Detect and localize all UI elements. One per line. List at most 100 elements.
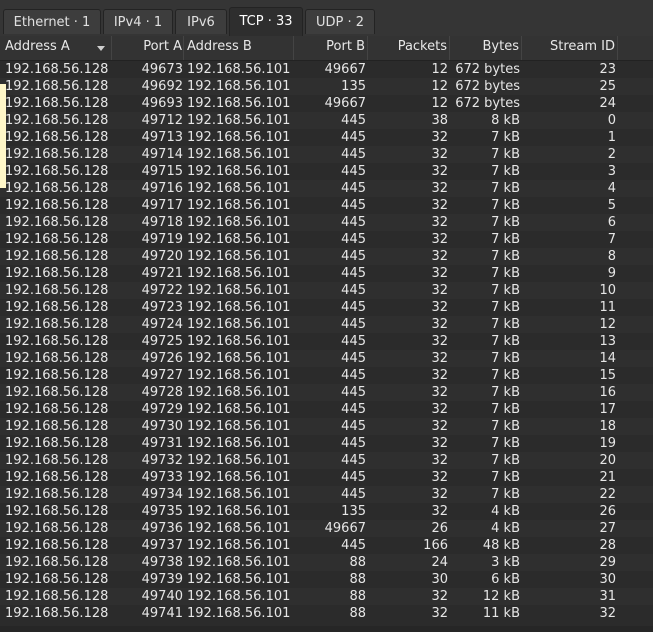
packets-cell: 32 (431, 606, 448, 621)
port-b-cell: 88 (349, 572, 366, 587)
stream-id-cell: 10 (599, 283, 616, 298)
address-b-cell: 192.168.56.101 (187, 521, 291, 536)
port-b-cell: 88 (349, 555, 366, 570)
packets-cell: 32 (431, 317, 448, 332)
table-row[interactable]: 192.168.56.128 49692 192.168.56.101 135 12 67… (0, 78, 653, 95)
table-row[interactable]: 192.168.56.128 49727 192.168.56.101 445 32 7 … (0, 367, 653, 384)
port-a-cell: 49735 (141, 504, 183, 519)
packets-cell: 32 (431, 130, 448, 145)
table-row[interactable]: 192.168.56.128 49724 192.168.56.101 445 32 7 … (0, 316, 653, 333)
address-a-cell: 192.168.56.128 (5, 198, 109, 213)
address-a-cell: 192.168.56.128 (5, 572, 109, 587)
stream-id-cell: 6 (607, 215, 616, 230)
stream-id-cell: 1 (607, 130, 616, 145)
packets-cell: 30 (431, 572, 448, 587)
port-b-cell: 445 (341, 181, 366, 196)
table-row[interactable]: 192.168.56.128 49673 192.168.56.101 49667 12… (0, 61, 653, 78)
packets-cell: 32 (431, 300, 448, 315)
table-row[interactable]: 192.168.56.128 49716 192.168.56.101 445 32 7 … (0, 180, 653, 197)
table-row[interactable]: 192.168.56.128 49739 192.168.56.101 88 30 6 k… (0, 571, 653, 588)
table-row[interactable]: 192.168.56.128 49731 192.168.56.101 445 32 7 … (0, 435, 653, 452)
port-b-cell: 445 (341, 368, 366, 383)
port-a-cell: 49721 (141, 266, 183, 281)
column-header-label: Stream ID (549, 39, 615, 54)
address-b-cell: 192.168.56.101 (187, 232, 291, 247)
port-a-cell: 49717 (141, 198, 183, 213)
column-header-stream-id[interactable]: Stream ID (522, 36, 618, 60)
stream-id-cell: 16 (599, 385, 616, 400)
table-row[interactable]: 192.168.56.128 49713 192.168.56.101 445 32 7 … (0, 129, 653, 146)
table-row[interactable]: 192.168.56.128 49730 192.168.56.101 445 32 7 … (0, 418, 653, 435)
port-b-cell: 445 (341, 385, 366, 400)
port-a-cell: 49733 (141, 470, 183, 485)
address-a-cell: 192.168.56.128 (5, 538, 109, 553)
address-a-cell: 192.168.56.128 (5, 368, 109, 383)
bytes-cell: 48 kB (482, 538, 520, 553)
port-a-cell: 49728 (141, 385, 183, 400)
table-row[interactable]: 192.168.56.128 49729 192.168.56.101 445 32 7 … (0, 401, 653, 418)
packets-cell: 12 (431, 62, 448, 77)
address-a-cell: 192.168.56.128 (5, 317, 109, 332)
tab-ipv4[interactable]: IPv4 · 1 (103, 9, 173, 34)
table-row[interactable]: 192.168.56.128 49721 192.168.56.101 445 32 7 … (0, 265, 653, 282)
table-row[interactable]: 192.168.56.128 49736 192.168.56.101 49667 26… (0, 520, 653, 537)
port-b-cell: 135 (341, 79, 366, 94)
table-row[interactable]: 192.168.56.128 49740 192.168.56.101 88 32 12 … (0, 588, 653, 605)
port-a-cell: 49712 (141, 113, 183, 128)
selection-marker (0, 84, 6, 188)
table-row[interactable]: 192.168.56.128 49741 192.168.56.101 88 32 11 … (0, 605, 653, 622)
table-row[interactable]: 192.168.56.128 49734 192.168.56.101 445 32 7 … (0, 486, 653, 503)
table-row[interactable]: 192.168.56.128 49714 192.168.56.101 445 32 7 … (0, 146, 653, 163)
address-b-cell: 192.168.56.101 (187, 300, 291, 315)
address-a-cell: 192.168.56.128 (5, 606, 109, 621)
table-row[interactable]: 192.168.56.128 49725 192.168.56.101 445 32 7 … (0, 333, 653, 350)
bytes-cell: 12 kB (482, 589, 520, 604)
table-row[interactable]: 192.168.56.128 49717 192.168.56.101 445 32 7 … (0, 197, 653, 214)
bytes-cell: 7 kB (491, 130, 520, 145)
table-row[interactable]: 192.168.56.128 49693 192.168.56.101 49667 12… (0, 95, 653, 112)
tab-ipv6[interactable]: IPv6 (175, 9, 227, 34)
table-row[interactable]: 192.168.56.128 49719 192.168.56.101 445 32 7 … (0, 231, 653, 248)
packets-cell: 32 (431, 385, 448, 400)
address-a-cell: 192.168.56.128 (5, 419, 109, 434)
tab-udp[interactable]: UDP · 2 (305, 9, 375, 34)
port-a-cell: 49720 (141, 249, 183, 264)
horizontal-scrollbar[interactable] (0, 626, 653, 632)
table-row[interactable]: 192.168.56.128 49712 192.168.56.101 445 38 8 … (0, 112, 653, 129)
column-header-port-a[interactable]: Port A (112, 36, 184, 60)
table-row[interactable]: 192.168.56.128 49733 192.168.56.101 445 32 7 … (0, 469, 653, 486)
table-row[interactable]: 192.168.56.128 49726 192.168.56.101 445 32 7 … (0, 350, 653, 367)
address-a-cell: 192.168.56.128 (5, 62, 109, 77)
tab-ethernet[interactable]: Ethernet · 1 (3, 9, 101, 34)
column-header-port-b[interactable]: Port B (294, 36, 368, 60)
port-b-cell: 445 (341, 113, 366, 128)
bytes-cell: 7 kB (491, 300, 520, 315)
address-a-cell: 192.168.56.128 (5, 334, 109, 349)
stream-id-cell: 9 (607, 266, 616, 281)
table-row[interactable]: 192.168.56.128 49737 192.168.56.101 445 166 4… (0, 537, 653, 554)
port-b-cell: 445 (341, 300, 366, 315)
address-a-cell: 192.168.56.128 (5, 470, 109, 485)
column-header-address-b[interactable]: Address B (184, 36, 294, 60)
table-row[interactable]: 192.168.56.128 49723 192.168.56.101 445 32 7 … (0, 299, 653, 316)
tab-tcp[interactable]: TCP · 33 (229, 7, 303, 36)
table-row[interactable]: 192.168.56.128 49720 192.168.56.101 445 32 7 … (0, 248, 653, 265)
table-row[interactable]: 192.168.56.128 49728 192.168.56.101 445 32 7 … (0, 384, 653, 401)
column-header-packets[interactable]: Packets (368, 36, 450, 60)
table-row[interactable]: 192.168.56.128 49735 192.168.56.101 135 32 4 … (0, 503, 653, 520)
table-row[interactable]: 192.168.56.128 49738 192.168.56.101 88 24 3 k… (0, 554, 653, 571)
port-a-cell: 49673 (141, 62, 183, 77)
packets-cell: 32 (431, 368, 448, 383)
table-row[interactable]: 192.168.56.128 49718 192.168.56.101 445 32 7 … (0, 214, 653, 231)
table-row[interactable]: 192.168.56.128 49722 192.168.56.101 445 32 7 … (0, 282, 653, 299)
bytes-cell: 11 kB (482, 606, 520, 621)
column-header-bytes[interactable]: Bytes (450, 36, 522, 60)
stream-id-cell: 18 (599, 419, 616, 434)
bytes-cell: 4 kB (491, 521, 520, 536)
table-row[interactable]: 192.168.56.128 49732 192.168.56.101 445 32 7 … (0, 452, 653, 469)
column-header-address-a[interactable]: Address A (0, 36, 112, 60)
bytes-cell: 7 kB (491, 317, 520, 332)
table-row[interactable]: 192.168.56.128 49715 192.168.56.101 445 32 7 … (0, 163, 653, 180)
packets-cell: 38 (431, 113, 448, 128)
chevron-down-icon (97, 46, 105, 51)
